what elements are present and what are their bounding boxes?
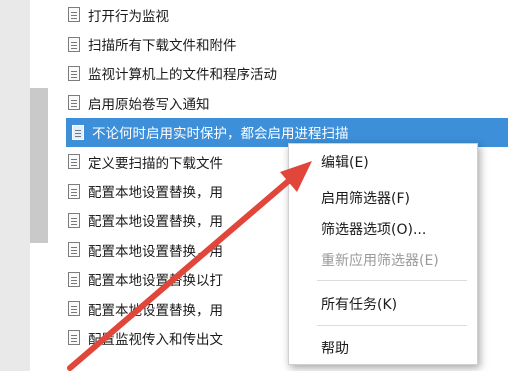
menu-item-reapply-filter: 重新应用筛选器(E) xyxy=(321,253,439,269)
policy-label: 扫描所有下载文件和附件 xyxy=(88,38,237,55)
policy-label: 启用原始卷写入通知 xyxy=(88,96,210,113)
policy-label: 监视计算机上的文件和程序活动 xyxy=(88,67,277,84)
policy-setting-icon xyxy=(68,7,80,23)
policy-setting-icon xyxy=(68,183,80,199)
policy-row[interactable]: 启用原始卷写入通知 xyxy=(62,88,508,117)
policy-label: 不论何时启用实时保护，都会启用进程扫描 xyxy=(92,126,349,143)
policy-setting-icon xyxy=(68,212,80,228)
policy-label: 打开行为监视 xyxy=(88,8,169,25)
policy-setting-icon xyxy=(68,271,80,287)
policy-setting-icon xyxy=(68,95,80,111)
menu-item-edit[interactable]: 编辑(E) xyxy=(321,152,369,172)
policy-setting-icon xyxy=(72,124,84,140)
menu-item-help[interactable]: 帮助 xyxy=(321,338,349,358)
navigation-pane-edge xyxy=(0,0,30,371)
policy-row[interactable]: 监视计算机上的文件和程序活动 xyxy=(62,59,508,88)
policy-setting-icon xyxy=(68,330,80,346)
policy-label: 配置监视传入和传出文 xyxy=(88,331,223,348)
menu-separator xyxy=(317,325,467,326)
menu-item-filter-options[interactable]: 筛选器选项(O)... xyxy=(321,219,426,239)
menu-separator xyxy=(317,280,467,281)
menu-item-enable-filter[interactable]: 启用筛选器(F) xyxy=(321,188,410,208)
policy-setting-icon xyxy=(68,36,80,52)
policy-label: 配置本地设置替换，用 xyxy=(88,214,223,231)
policy-label: 配置本地设置替换，用 xyxy=(88,302,223,319)
policy-setting-icon xyxy=(68,154,80,170)
policy-setting-icon xyxy=(68,242,80,258)
policy-setting-icon xyxy=(68,301,80,317)
scrollbar-thumb[interactable] xyxy=(30,88,48,243)
policy-setting-icon xyxy=(68,65,80,81)
policy-row[interactable]: 扫描所有下载文件和附件 xyxy=(62,29,508,58)
menu-item-all-tasks[interactable]: 所有任务(K) xyxy=(321,294,397,314)
policy-label: 配置本地设置替换以打 xyxy=(88,273,223,290)
context-menu: 编辑(E) 启用筛选器(F) 筛选器选项(O)... 重新应用筛选器(E) 所有… xyxy=(288,143,478,365)
policy-label: 配置本地设置替换，用 xyxy=(88,185,223,202)
policy-label: 配置本地设置替换，用 xyxy=(88,243,223,260)
policy-row[interactable]: 打开行为监视 xyxy=(62,0,508,29)
policy-label: 定义要扫描的下载文件 xyxy=(88,155,223,172)
